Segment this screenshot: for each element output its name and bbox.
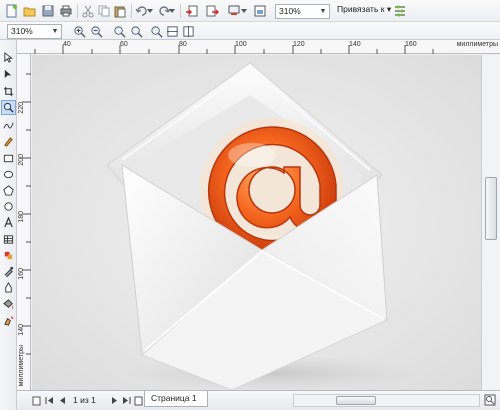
print-icon[interactable] (58, 3, 74, 19)
toolbar-separator (180, 4, 181, 18)
text-tool-icon[interactable] (1, 215, 16, 230)
horizontal-scrollbar[interactable] (293, 394, 480, 407)
undo-dropdown-icon[interactable] (146, 3, 154, 19)
tab-page-1[interactable]: Страница 1 (144, 391, 208, 407)
outline-pen-tool-icon[interactable] (1, 280, 16, 295)
last-page-icon[interactable] (121, 395, 131, 406)
polygon-tool-icon[interactable] (1, 183, 16, 198)
previous-page-icon[interactable] (57, 395, 67, 406)
next-page-icon[interactable] (109, 395, 119, 406)
navigator-icon[interactable] (483, 393, 497, 407)
zoom-levels-combo[interactable]: 310% ▼ (7, 24, 62, 39)
standard-toolbar: 310% ▼ Привязать к ▾ (0, 0, 500, 22)
eyedropper-tool-icon[interactable] (1, 264, 16, 279)
new-document-icon[interactable] (4, 3, 20, 19)
zoom-to-all-objects-icon[interactable] (128, 23, 144, 39)
redo-dropdown-icon[interactable] (168, 3, 176, 19)
snap-to-label: Привязать к (337, 4, 385, 14)
zoom-to-selected-icon[interactable] (111, 23, 127, 39)
page-count-label: 1 из 1 (73, 395, 96, 405)
zoom-level-combo[interactable]: 310% ▼ (275, 4, 330, 19)
paste-icon[interactable] (112, 3, 128, 19)
parallel-dimension-tool-icon[interactable] (1, 248, 16, 263)
vertical-ruler[interactable]: 220 200 180 160 140 миллиметры (17, 54, 31, 390)
horizontal-ruler[interactable]: 40 60 80 100 120 140 160 180 миллиметры (17, 40, 500, 54)
interactive-fill-tool-icon[interactable] (1, 297, 16, 312)
zoom-to-page-height-icon[interactable] (180, 23, 196, 39)
smart-fill-icon[interactable] (1, 313, 16, 328)
vertical-scrollbar-thumb[interactable] (485, 177, 497, 240)
chevron-down-icon[interactable]: ▼ (318, 5, 328, 18)
property-bar: 310% ▼ (0, 22, 500, 40)
horizontal-ruler-ticks (34, 45, 434, 54)
smart-fill-tool-icon[interactable] (1, 134, 16, 149)
chevron-down-icon[interactable]: ▼ (50, 25, 60, 38)
table-tool-icon[interactable] (1, 232, 16, 247)
first-page-icon[interactable] (44, 395, 54, 406)
envelope-email-illustration[interactable] (32, 55, 481, 390)
toolbox (0, 40, 17, 410)
snap-to-button[interactable]: Привязать к ▾ (337, 4, 391, 15)
zoom-to-page-icon[interactable] (148, 23, 164, 39)
rectangle-tool-icon[interactable] (1, 151, 16, 166)
document-navigator: 1 из 1 Страница 1 (17, 390, 500, 410)
toolbar-separator (131, 4, 132, 18)
freehand-tool-icon[interactable] (1, 118, 16, 133)
horizontal-scrollbar-thumb[interactable] (336, 396, 376, 405)
application-launcher-icon[interactable] (252, 3, 268, 19)
ellipse-tool-icon[interactable] (1, 167, 16, 182)
page-setup-icon[interactable] (31, 395, 41, 406)
drawing-canvas[interactable] (32, 55, 481, 390)
basic-shapes-tool-icon[interactable] (1, 199, 16, 214)
import-icon[interactable] (184, 3, 200, 19)
zoom-level-value: 310% (279, 6, 301, 16)
export-icon[interactable] (204, 3, 220, 19)
chevron-down-icon: ▾ (386, 4, 392, 14)
zoom-levels-value: 310% (11, 26, 33, 36)
zoom-out-icon[interactable] (88, 23, 104, 39)
shape-tool-icon[interactable] (1, 67, 16, 82)
save-icon[interactable] (40, 3, 56, 19)
vertical-ruler-ticks (22, 73, 31, 355)
add-page-icon[interactable] (133, 395, 143, 406)
toolbar-separator (77, 4, 78, 18)
copy-icon[interactable] (96, 3, 112, 19)
pick-tool-icon[interactable] (1, 50, 16, 65)
zoom-tool-icon[interactable] (1, 100, 16, 115)
options-icon[interactable] (392, 3, 408, 19)
crop-tool-icon[interactable] (1, 84, 16, 99)
publish-dropdown-icon[interactable] (240, 3, 248, 19)
zoom-to-page-width-icon[interactable] (164, 23, 180, 39)
vertical-scrollbar[interactable] (481, 55, 500, 390)
open-folder-icon[interactable] (22, 3, 38, 19)
zoom-in-icon[interactable] (71, 23, 87, 39)
cut-icon[interactable] (80, 3, 96, 19)
